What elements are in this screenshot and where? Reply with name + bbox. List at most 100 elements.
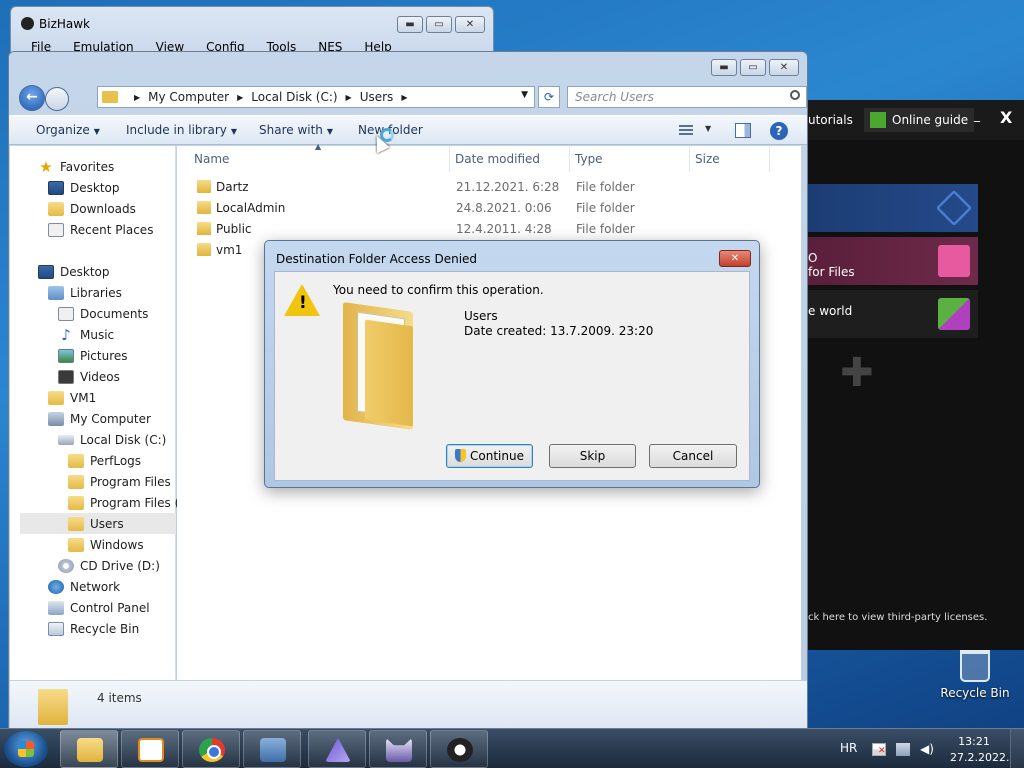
skip-button[interactable]: Skip [549, 444, 636, 468]
nav-perflogs[interactable]: PerfLogs [68, 450, 141, 471]
show-desktop-button[interactable] [1010, 729, 1024, 768]
maximize-button[interactable]: ▭ [426, 16, 452, 33]
share-with-button[interactable]: Share with ▼ [259, 123, 333, 137]
file-date: 12.4.2011. 4:28 [456, 222, 552, 236]
nav-recent-places[interactable]: Recent Places [48, 219, 153, 240]
column-header-date-modified[interactable]: Date modified [455, 152, 540, 166]
back-button[interactable]: ← [19, 85, 45, 111]
app-tile[interactable] [808, 184, 978, 232]
taskbar-bizhawk[interactable] [369, 730, 427, 768]
taskbar-network-app[interactable] [243, 730, 301, 768]
preview-pane-icon[interactable] [735, 123, 751, 138]
network-tray-icon[interactable] [896, 743, 910, 756]
warning-icon [284, 284, 320, 316]
online-guide-button[interactable]: Online guide [864, 108, 975, 132]
nav-program-files[interactable]: Program Files [68, 471, 171, 492]
column-header-size[interactable]: Size [695, 152, 720, 166]
close-button[interactable]: ✕ [455, 16, 485, 33]
nav-local-disk[interactable]: Local Disk (C:) [58, 429, 166, 450]
clock[interactable]: 13:21 27.2.2022. [950, 734, 1009, 766]
breadcrumb-users[interactable]: Users [360, 90, 394, 104]
nav-program-files-x86[interactable]: Program Files (x8 [68, 492, 194, 513]
minimize-button[interactable]: ▬ [397, 16, 423, 33]
organize-button[interactable]: Organize ▼ [36, 123, 100, 137]
taskbar-vpn-app[interactable] [308, 730, 366, 768]
app-tile[interactable]: e world [808, 290, 978, 338]
forward-button[interactable] [45, 87, 69, 111]
breadcrumb-local-disk[interactable]: Local Disk (C:) [251, 90, 337, 104]
license-link[interactable]: ck here to view third-party licenses. [808, 612, 987, 623]
network-icon [48, 579, 64, 594]
nav-downloads[interactable]: Downloads [48, 198, 136, 219]
change-view-icon[interactable] [679, 124, 711, 138]
tutorials-link[interactable]: utorials [808, 113, 853, 127]
chevron-right-icon[interactable]: ▶ [237, 93, 243, 102]
chevron-right-icon[interactable]: ▶ [401, 93, 407, 102]
nav-cd-drive[interactable]: CD Drive (D:) [58, 555, 160, 576]
locked-folder-icon [197, 243, 211, 256]
nav-videos[interactable]: Videos [58, 366, 120, 387]
file-row[interactable]: Public 12.4.2011. 4:28 File folder [177, 219, 777, 240]
refresh-button[interactable]: ⟳ [538, 86, 560, 108]
nav-favorites[interactable]: ★ Favorites [38, 156, 114, 177]
taskbar-explorer[interactable] [60, 730, 118, 768]
nav-label: VM1 [70, 390, 97, 405]
help-icon[interactable]: ? [770, 122, 788, 140]
recycle-bin-icon [960, 650, 990, 682]
continue-button[interactable]: Continue [446, 444, 533, 468]
nav-vm1[interactable]: VM1 [48, 387, 96, 408]
close-button[interactable]: ✕ [769, 59, 799, 76]
taskbar-chrome[interactable] [182, 730, 240, 768]
column-divider[interactable] [569, 146, 570, 172]
access-denied-dialog[interactable]: Destination Folder Access Denied ✕ You n… [264, 240, 760, 488]
nav-music[interactable]: ♪ Music [58, 324, 114, 345]
item-count: 4 items [97, 691, 142, 705]
file-row[interactable]: Dartz 21.12.2021. 6:28 File folder [177, 177, 777, 198]
cancel-button[interactable]: Cancel [649, 444, 737, 468]
nav-my-computer[interactable]: My Computer [48, 408, 151, 429]
nav-pictures[interactable]: Pictures [58, 345, 128, 366]
address-dropdown-icon[interactable]: ▼ [521, 90, 528, 100]
dark-app-window: utorials Online guide _ X O for Files e … [808, 100, 1024, 650]
minimize-button[interactable]: ▬ [711, 59, 737, 76]
chevron-right-icon[interactable]: ▶ [134, 93, 140, 102]
action-center-flag-icon[interactable] [872, 743, 886, 756]
address-bar[interactable]: ▶ My Computer ▶ Local Disk (C:) ▶ Users … [97, 86, 535, 108]
column-divider[interactable] [769, 146, 770, 172]
nav-recycle-bin[interactable]: Recycle Bin [48, 618, 139, 639]
nav-documents[interactable]: Documents [58, 303, 148, 324]
column-header-type[interactable]: Type [575, 152, 603, 166]
search-icon [790, 90, 800, 100]
nav-libraries[interactable]: Libraries [48, 282, 122, 303]
bizhawk-window-controls: ▬ ▭ ✕ [397, 16, 485, 33]
command-bar: Organize ▼ Include in library ▼ Share with… [9, 115, 807, 145]
start-button[interactable] [4, 731, 48, 767]
include-in-library-button[interactable]: Include in library ▼ [126, 123, 237, 137]
app-tile[interactable]: O for Files [808, 237, 978, 285]
libraries-icon [48, 285, 64, 300]
media-player-icon [138, 738, 164, 762]
column-divider[interactable] [449, 146, 450, 172]
desktop-recycle-bin[interactable]: Recycle Bin [940, 650, 1010, 700]
nav-users[interactable]: Users [20, 513, 176, 534]
column-header-name[interactable]: Name [194, 152, 229, 166]
file-row[interactable]: LocalAdmin 24.8.2021. 0:06 File folder [177, 198, 777, 219]
nav-network[interactable]: Network [48, 576, 120, 597]
language-indicator[interactable]: HR [840, 741, 857, 755]
breadcrumb-my-computer[interactable]: My Computer [148, 90, 229, 104]
dialog-close-button[interactable]: ✕ [719, 250, 751, 267]
column-divider[interactable] [689, 146, 690, 172]
taskbar-anonymous-app[interactable] [430, 730, 488, 768]
dark-app-minimize-button[interactable]: _ [974, 108, 980, 122]
nav-desktop-favorite[interactable]: Desktop [48, 177, 120, 198]
taskbar-media-player[interactable] [121, 730, 179, 768]
maximize-button[interactable]: ▭ [740, 59, 766, 76]
volume-icon[interactable]: ◀) [920, 743, 934, 756]
chevron-right-icon[interactable]: ▶ [346, 93, 352, 102]
nav-control-panel[interactable]: Control Panel [48, 597, 150, 618]
nav-windows[interactable]: Windows [68, 534, 144, 555]
dark-app-close-button[interactable]: X [1000, 108, 1012, 127]
search-input[interactable]: Search Users [567, 86, 807, 108]
add-tile-icon[interactable]: ✚ [840, 350, 874, 396]
nav-desktop[interactable]: Desktop [38, 261, 110, 282]
